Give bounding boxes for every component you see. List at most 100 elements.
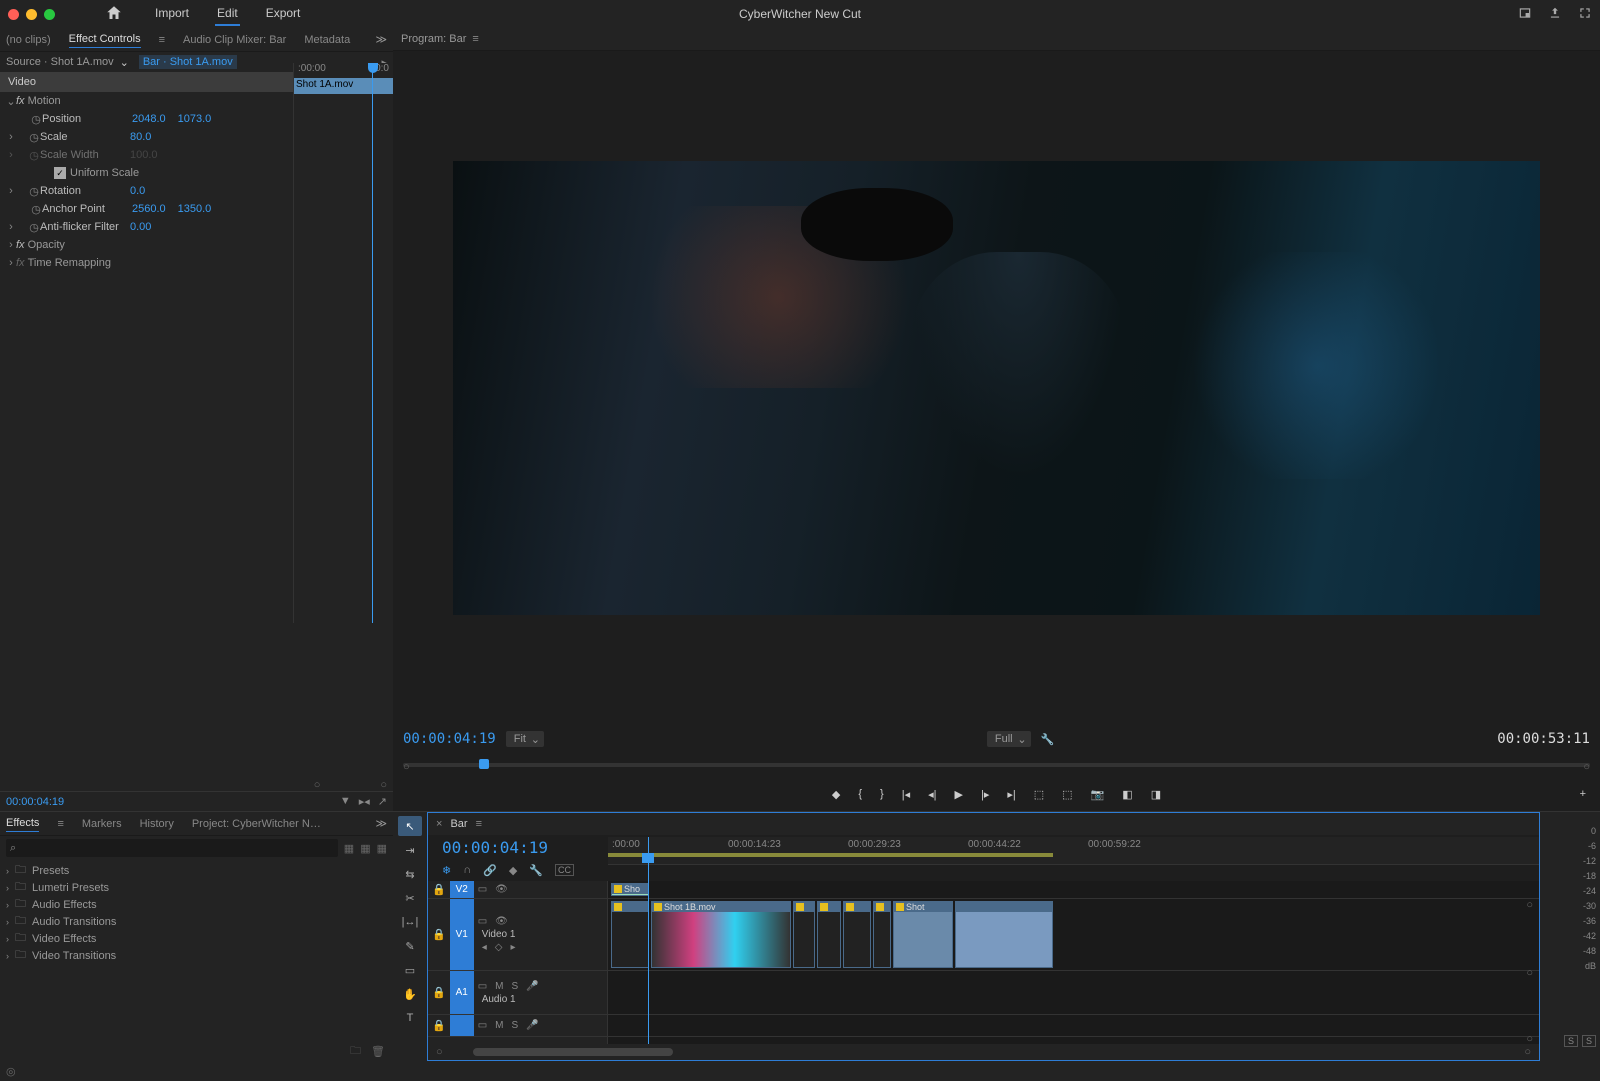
clip-v1-3[interactable] (793, 901, 815, 968)
go-to-out-icon[interactable]: ▸| (1007, 788, 1015, 801)
timeline-timecode[interactable]: 00:00:04:19 (442, 838, 548, 857)
next-keyframe-icon[interactable]: ▸ (510, 942, 515, 953)
voice-over-icon[interactable]: 🎤 (526, 981, 538, 992)
razor-tool[interactable]: ✂ (398, 888, 422, 908)
solo-left-button[interactable]: S (1564, 1035, 1578, 1047)
maximize-window-button[interactable] (44, 9, 55, 20)
workspace-import[interactable]: Import (153, 2, 191, 26)
caption-icon[interactable]: CC (555, 864, 574, 876)
step-back-icon[interactable]: ◂| (928, 788, 936, 801)
timeline-playhead[interactable] (648, 837, 649, 1044)
mark-out-icon[interactable]: } (880, 788, 884, 800)
toggle-output-icon[interactable]: ▭ (478, 981, 487, 992)
timeline-content[interactable]: :00:00 00:00:14:23 00:00:29:23 00:00:44:… (608, 881, 1539, 1044)
zoom-dropdown[interactable]: Fit⌄ (506, 731, 544, 747)
scrub-playhead[interactable] (479, 759, 489, 769)
uniform-scale-checkbox[interactable]: ✓ (54, 167, 66, 179)
effects-folder-presets[interactable]: ›🗀Presets (0, 862, 393, 879)
scrub-handle-left[interactable]: ○ (403, 761, 410, 773)
rectangle-tool[interactable]: ▭ (398, 960, 422, 980)
play-button[interactable]: ▶ (955, 788, 963, 801)
selection-tool[interactable]: ↖ (398, 816, 422, 836)
tab-history[interactable]: History (140, 816, 174, 832)
tab-effects[interactable]: Effects (6, 815, 39, 832)
playhead-handle[interactable] (642, 853, 654, 863)
clip-v1-4[interactable] (817, 901, 841, 968)
src-patch-v2[interactable]: V2 (450, 881, 474, 898)
ec-clip-label[interactable]: Bar · Shot 1A.mov (139, 55, 237, 69)
linked-selection-icon[interactable]: 🔗 (483, 864, 497, 877)
go-to-in-icon[interactable]: |◂ (902, 788, 910, 801)
ec-mini-timeline[interactable]: :00:00 00:0 Shot 1A.mov (293, 63, 393, 623)
panel-menu-icon[interactable]: ≡ (159, 34, 165, 46)
export-frame-icon[interactable]: 📷 (1091, 788, 1105, 801)
mute-button[interactable]: M (495, 1020, 503, 1031)
toggle-output-icon[interactable]: ▭ (478, 1020, 487, 1031)
prev-keyframe-icon[interactable]: ◂ (482, 942, 487, 953)
clip-v1-1[interactable] (611, 901, 649, 968)
settings-icon[interactable]: 🔧 (1041, 733, 1055, 746)
fullscreen-icon[interactable] (1578, 6, 1592, 23)
filter-icon[interactable]: ▼ (340, 795, 351, 808)
minimize-window-button[interactable] (26, 9, 37, 20)
fx-badge-icon[interactable]: ▦ (360, 842, 370, 855)
mark-in-icon[interactable]: { (858, 788, 862, 800)
clip-v1-8[interactable] (955, 901, 1053, 968)
keyframe-icon[interactable]: ▸◂ (359, 795, 370, 808)
ec-playhead-handle[interactable] (368, 63, 378, 73)
extract-icon[interactable]: ⬚ (1062, 788, 1072, 801)
stopwatch-icon[interactable]: ◷ (28, 221, 40, 234)
step-forward-icon[interactable]: |▸ (981, 788, 989, 801)
tab-no-clips[interactable]: (no clips) (6, 32, 51, 48)
nest-icon[interactable]: ❄ (442, 864, 451, 877)
effects-folder-audio-trans[interactable]: ›🗀Audio Transitions (0, 913, 393, 930)
lock-icon[interactable]: 🔒 (432, 928, 446, 941)
effects-folder-lumetri[interactable]: ›🗀Lumetri Presets (0, 879, 393, 896)
toggle-output-icon[interactable]: ▭ (478, 916, 487, 927)
close-sequence-icon[interactable]: × (436, 818, 442, 830)
track-a1-header[interactable]: 🔒 A1 ▭MS🎤 Audio 1 (428, 971, 607, 1015)
track-a1-lane[interactable] (608, 971, 1539, 1015)
program-timecode[interactable]: 00:00:04:19 (403, 731, 496, 747)
visibility-icon[interactable]: 👁 (495, 916, 508, 927)
audio-meter[interactable]: 0 -6 -12 -18 -24 -30 -36 -42 -48 dB S S (1540, 812, 1600, 1061)
marker-icon[interactable]: ◆ (509, 864, 517, 877)
fx-badge-icon[interactable]: ▦ (377, 842, 387, 855)
scroll-handle-icon[interactable]: ○ (1526, 1033, 1533, 1045)
track-a2-header[interactable]: 🔒 ▭MS🎤 (428, 1015, 607, 1037)
close-window-button[interactable] (8, 9, 19, 20)
slip-tool[interactable]: |↔| (398, 912, 422, 932)
program-scrubber[interactable]: ○ ○ (393, 753, 1600, 777)
sequence-name[interactable]: Bar (450, 818, 467, 830)
ec-mini-clip[interactable]: Shot 1A.mov (294, 78, 393, 94)
tab-metadata[interactable]: Metadata (304, 32, 350, 48)
scroll-handle-icon[interactable]: ○ (380, 779, 387, 791)
tabs-overflow-icon[interactable]: ≫ (375, 33, 387, 46)
comparison-icon[interactable]: ◨ (1151, 788, 1161, 801)
ec-source-dropdown[interactable]: ⌄ (120, 56, 129, 69)
settings-icon[interactable]: 🔧 (529, 864, 543, 877)
track-v2-header[interactable]: 🔒 V2 ▭👁 (428, 881, 607, 899)
quality-dropdown[interactable]: Full⌄ (987, 731, 1031, 747)
anchor-x-value[interactable]: 2560.0 (132, 203, 166, 215)
workspace-export[interactable]: Export (264, 2, 303, 26)
ec-timecode[interactable]: 00:00:04:19 (6, 796, 64, 808)
src-patch-v1[interactable]: V1 (450, 899, 474, 970)
voice-over-icon[interactable]: 🎤 (526, 1020, 538, 1031)
clip-v2[interactable]: Sho (611, 883, 649, 896)
program-monitor-canvas[interactable] (453, 161, 1540, 616)
position-x-value[interactable]: 2048.0 (132, 113, 166, 125)
lock-icon[interactable]: 🔒 (432, 883, 446, 896)
solo-button[interactable]: S (512, 981, 519, 992)
track-select-tool[interactable]: ⇥ (398, 840, 422, 860)
scroll-handle-icon[interactable]: ○ (1526, 899, 1533, 911)
quick-export-icon[interactable] (1518, 6, 1532, 23)
tab-project[interactable]: Project: CyberWitcher New Cut (192, 816, 322, 832)
tab-effect-controls[interactable]: Effect Controls (69, 31, 141, 48)
lock-icon[interactable]: 🔒 (432, 986, 446, 999)
toggle-output-icon[interactable]: ▭ (478, 884, 487, 895)
add-marker-icon[interactable]: ◆ (832, 788, 840, 801)
track-v2-lane[interactable]: Sho (608, 881, 1539, 899)
ec-playhead[interactable] (372, 63, 373, 623)
type-tool[interactable]: T (398, 1008, 422, 1028)
